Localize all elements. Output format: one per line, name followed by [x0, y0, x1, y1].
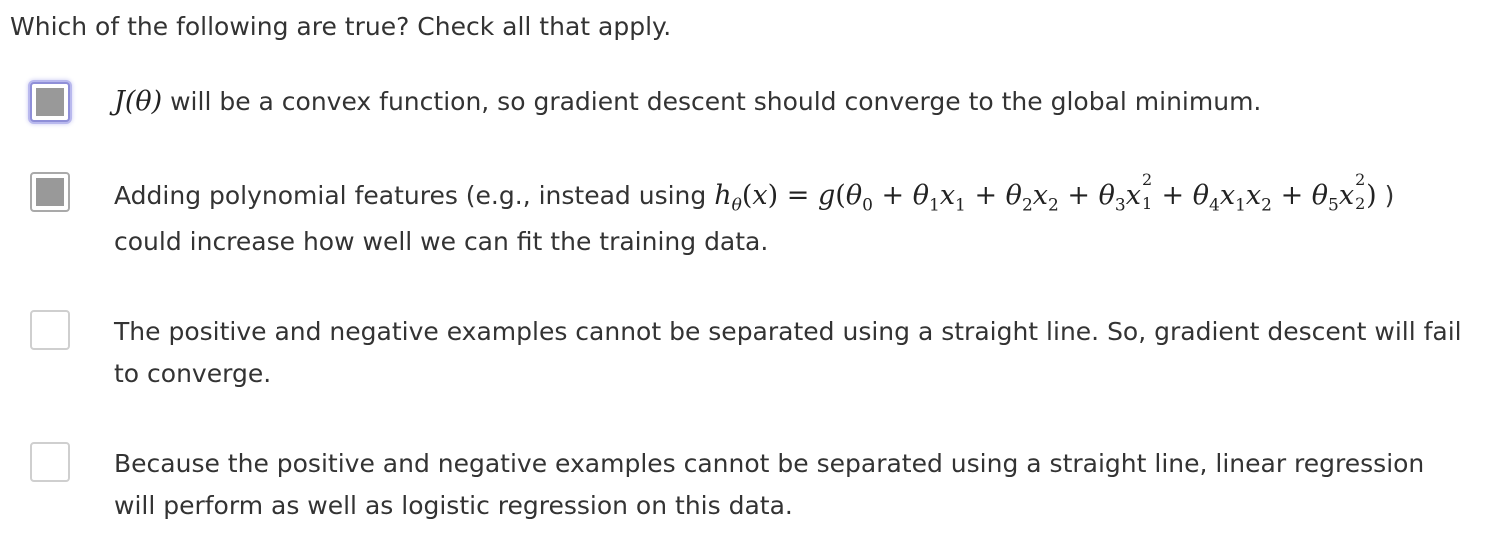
option-1-text: J(θ) will be a convex function, so gradi…	[114, 80, 1504, 124]
option-2-check-mark	[36, 178, 64, 206]
option-1-math: J(θ)	[114, 86, 163, 117]
option-1-checkbox[interactable]	[30, 82, 70, 122]
option-3-line-2: to converge.	[114, 359, 272, 388]
option-1-label: will be a convex function, so gradient d…	[162, 87, 1262, 116]
question-prompt: Which of the following are true? Check a…	[10, 12, 672, 41]
option-2-checkbox[interactable]	[30, 172, 70, 212]
option-3-line-1: The positive and negative examples canno…	[114, 317, 1462, 346]
option-2-line-2: could increase how well we can fit the t…	[114, 227, 769, 256]
option-4-checkbox[interactable]	[30, 442, 70, 482]
option-4-line-1: Because the positive and negative exampl…	[114, 449, 1425, 478]
option-2-math-polynomial: g(θ0 + θ1x1 + θ2x2 + θ3x 2 1 + θ4x1x2 + θ5…	[817, 170, 1377, 216]
option-2-text-before: Adding polynomial features (e.g., instea…	[114, 181, 715, 210]
option-2-line-1: Adding polynomial features (e.g., instea…	[114, 170, 1504, 218]
option-1-check-mark	[36, 88, 64, 116]
option-3-checkbox[interactable]	[30, 310, 70, 350]
option-4-line-2: will perform as well as logistic regress…	[114, 491, 793, 520]
option-2-math-hypothesis: hθ(x) =	[714, 180, 810, 216]
option-2-text-after: )	[1376, 181, 1395, 210]
